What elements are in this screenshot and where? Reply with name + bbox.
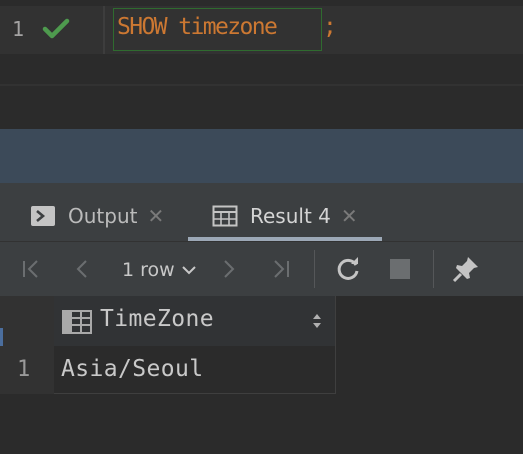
sql-semicolon[interactable]: ; <box>323 14 337 40</box>
first-page-icon[interactable] <box>17 254 47 284</box>
editor-border <box>0 84 523 86</box>
sort-icon[interactable] <box>311 312 323 334</box>
row-selection-marker <box>0 328 3 348</box>
sql-statement[interactable]: SHOW timezone <box>117 14 278 40</box>
line-number: 1 <box>12 17 25 41</box>
rows-count-dropdown[interactable]: 1 row <box>122 256 197 284</box>
pin-icon[interactable] <box>451 254 481 284</box>
tab-label: Result 4 <box>250 204 331 228</box>
console-icon <box>30 205 56 227</box>
close-icon[interactable]: ✕ <box>341 204 358 228</box>
gutter-separator <box>103 6 105 54</box>
previous-page-icon[interactable] <box>67 254 97 284</box>
column-icon <box>62 310 92 338</box>
toolbar-separator <box>433 250 434 288</box>
toolbar-separator <box>314 250 315 288</box>
column-header-label: TimeZone <box>100 306 214 332</box>
tab-output[interactable]: Output ✕ <box>30 193 164 239</box>
tabs-divider <box>0 241 523 242</box>
tab-label: Output <box>68 204 138 228</box>
last-page-icon[interactable] <box>265 254 295 284</box>
refresh-icon[interactable] <box>333 254 363 284</box>
checkmark-icon <box>42 17 70 41</box>
row-number: 1 <box>17 357 31 382</box>
next-page-icon[interactable] <box>214 254 244 284</box>
close-icon[interactable]: ✕ <box>147 204 164 228</box>
stop-icon[interactable] <box>385 254 415 284</box>
cell-value[interactable]: Asia/Seoul <box>61 356 203 382</box>
table-icon <box>212 205 238 227</box>
sql-editor[interactable]: 1 SHOW timezone ; <box>0 0 523 84</box>
panel-splitter[interactable] <box>0 129 523 183</box>
column-header[interactable]: TimeZone <box>54 296 336 346</box>
tab-result-4[interactable]: Result 4 ✕ <box>212 193 358 239</box>
chevron-down-icon <box>181 266 196 275</box>
grid-corner <box>0 296 54 346</box>
rows-count-label: 1 row <box>122 259 175 281</box>
